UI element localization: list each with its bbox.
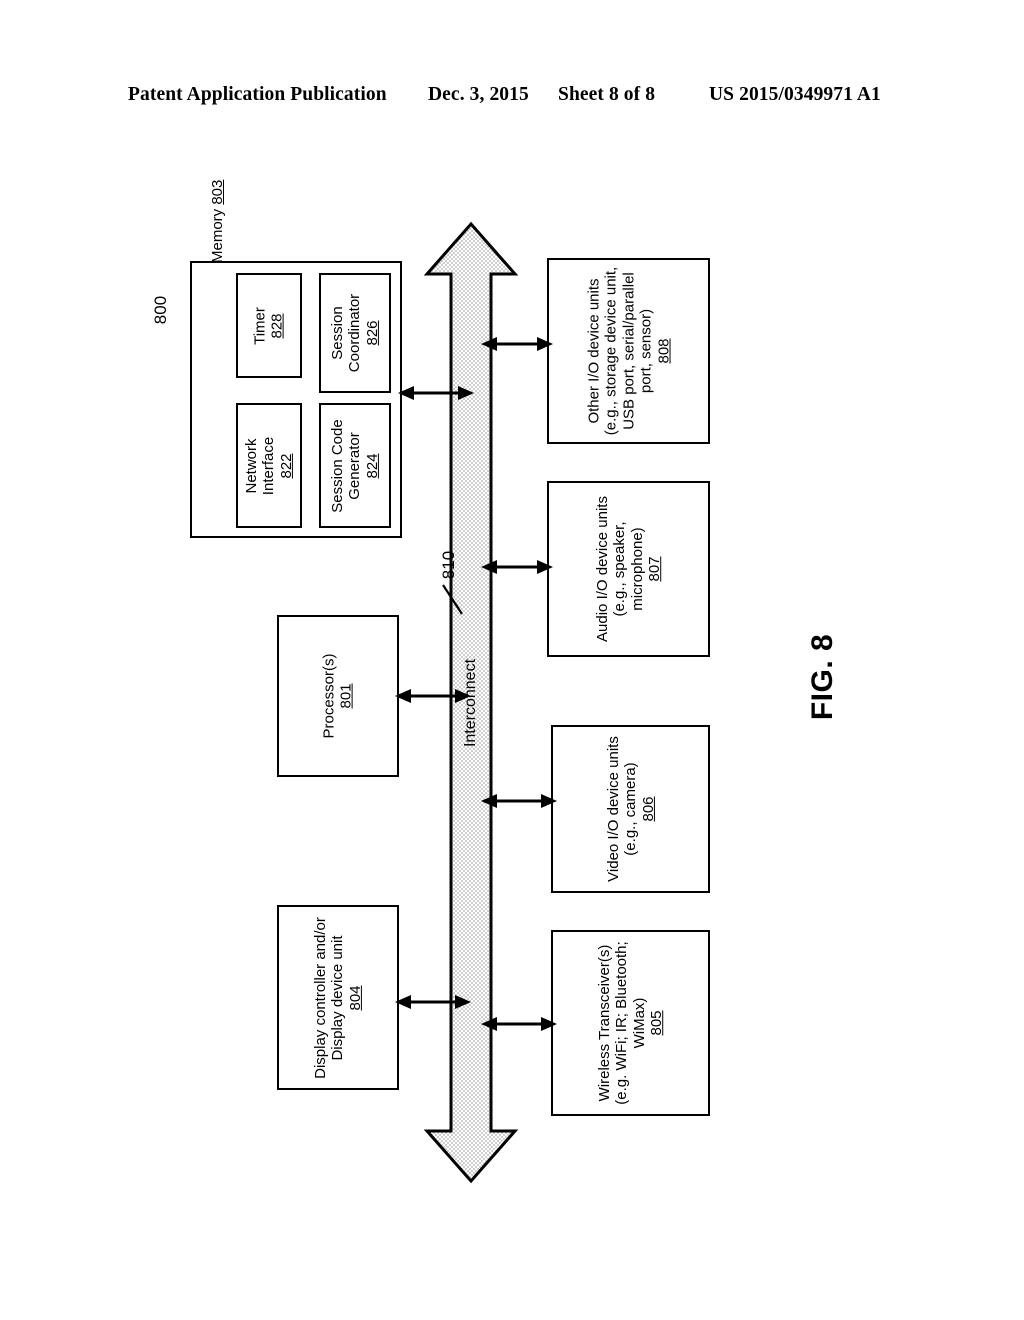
video-io-block: Video I/O device units (e.g., camera) 80…	[551, 725, 710, 893]
connector-display-interconnect	[395, 991, 471, 1013]
wireless-transceiver-text: Wireless Transceiver(s) (e.g. WiFi; IR; …	[595, 941, 665, 1105]
other-io-text: Other I/O device units (e.g., storage de…	[585, 266, 672, 436]
connector-interconnect-audio-io	[481, 556, 553, 578]
video-io-text: Video I/O device units (e.g., camera) 80…	[604, 736, 657, 882]
figure-canvas: 800 Memory 803 Timer 828 Session Coordin…	[0, 0, 1024, 1320]
timer-block: Timer 828	[236, 273, 302, 378]
memory-ref: 803	[209, 179, 226, 205]
processor-text: Processor(s) 801	[320, 653, 355, 739]
display-controller-block: Display controller and/or Display device…	[277, 905, 399, 1090]
other-io-block: Other I/O device units (e.g., storage de…	[547, 258, 710, 444]
network-interface-text: Network Interface 822	[242, 436, 295, 495]
system-reference-number: 800	[151, 295, 170, 325]
display-controller-text: Display controller and/or Display device…	[311, 916, 364, 1079]
session-coordinator-text: Session Coordinator 826	[328, 293, 381, 373]
connector-processor-interconnect	[395, 685, 471, 707]
audio-io-text: Audio I/O device units (e.g., speaker, m…	[593, 496, 663, 642]
connector-interconnect-wireless	[481, 1013, 557, 1035]
timer-text: Timer 828	[251, 306, 286, 345]
connector-interconnect-video-io	[481, 790, 557, 812]
network-interface-block: Network Interface 822	[236, 403, 302, 528]
memory-block: Memory 803 Timer 828 Session Coordinator…	[190, 180, 402, 538]
audio-io-block: Audio I/O device units (e.g., speaker, m…	[547, 481, 710, 657]
connector-memory-interconnect	[398, 382, 474, 404]
connector-interconnect-other-io	[481, 333, 553, 355]
wireless-transceiver-block: Wireless Transceiver(s) (e.g. WiFi; IR; …	[551, 930, 710, 1116]
session-coordinator-block: Session Coordinator 826	[319, 273, 391, 393]
processor-block: Processor(s) 801	[277, 615, 399, 777]
session-code-generator-text: Session Code Generator 824	[328, 418, 381, 513]
session-code-generator-block: Session Code Generator 824	[319, 403, 391, 528]
figure-label: FIG. 8	[806, 633, 840, 721]
interconnect-reference-number: 810	[439, 550, 458, 580]
